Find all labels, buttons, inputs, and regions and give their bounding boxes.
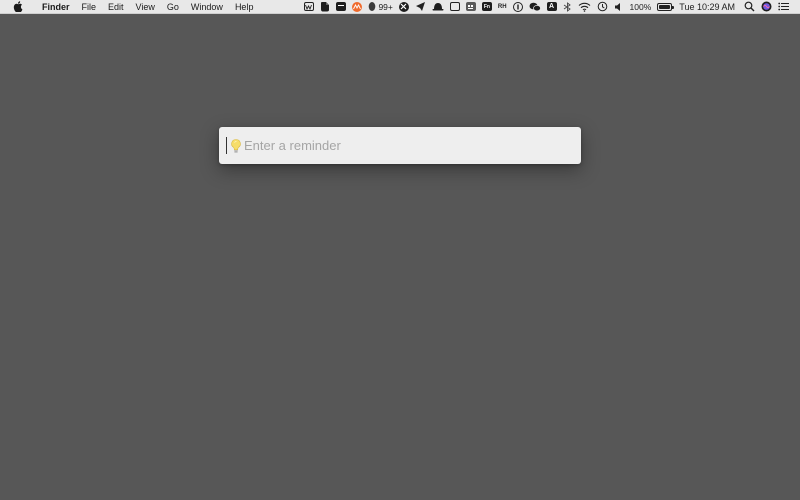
status-item-orange-app[interactable]	[352, 0, 363, 14]
menu-bar-status-area: 99+ Fn RH A 100% Tue 10:29 AM	[301, 0, 800, 14]
status-item-window[interactable]	[449, 0, 460, 14]
status-item-time-machine[interactable]	[597, 0, 608, 14]
menu-app-finder[interactable]: Finder	[33, 0, 76, 14]
menu-bar: Finder File Edit View Go Window Help 99+…	[0, 0, 800, 14]
desktop	[0, 14, 800, 500]
orange-app-icon	[352, 1, 363, 12]
battery-icon	[657, 2, 675, 11]
evernote-icon	[321, 2, 330, 12]
status-item-wifi[interactable]	[578, 0, 591, 14]
x-circle-icon	[398, 1, 409, 12]
wps-icon	[304, 2, 315, 11]
status-item-volume[interactable]	[614, 0, 624, 14]
menu-go[interactable]: Go	[161, 0, 185, 14]
lightbulb-icon	[229, 138, 243, 154]
siri-icon	[761, 1, 772, 12]
qq-penguin-icon	[369, 2, 376, 11]
reminder-input[interactable]	[244, 132, 574, 159]
menu-view[interactable]: View	[130, 0, 161, 14]
paper-plane-icon	[415, 2, 425, 11]
1password-icon	[512, 1, 523, 12]
menu-help[interactable]: Help	[229, 0, 260, 14]
status-item-send[interactable]	[415, 0, 426, 14]
search-icon	[744, 1, 755, 12]
status-item-fn[interactable]: Fn	[481, 0, 492, 14]
status-item-spotlight[interactable]	[744, 0, 755, 14]
screen-capture-icon	[336, 2, 347, 11]
status-item-grid[interactable]	[465, 0, 476, 14]
menu-bar-left: Finder File Edit View Go Window Help	[0, 0, 259, 14]
time-machine-icon	[597, 1, 607, 12]
status-item-hat[interactable]	[432, 0, 444, 14]
rh-label: RH	[497, 3, 507, 10]
status-item-x[interactable]	[398, 0, 409, 14]
apple-logo-icon[interactable]	[12, 1, 23, 12]
list-menu-icon	[778, 2, 789, 11]
bluetooth-icon	[563, 1, 571, 12]
status-item-battery[interactable]	[657, 0, 675, 14]
menu-file[interactable]: File	[76, 0, 103, 14]
status-item-qq[interactable]: 99+	[368, 0, 393, 14]
status-item-font-a[interactable]: A	[546, 0, 557, 14]
battery-level	[659, 4, 671, 9]
wechat-icon	[529, 2, 541, 11]
menu-window[interactable]: Window	[185, 0, 229, 14]
status-item-1password[interactable]	[512, 0, 523, 14]
status-item-evernote[interactable]	[320, 0, 330, 14]
status-item-bluetooth[interactable]	[563, 0, 572, 14]
grid-app-icon	[465, 2, 476, 11]
menu-edit[interactable]: Edit	[102, 0, 130, 14]
fn-key-icon: Fn	[481, 2, 492, 11]
menu-clock[interactable]: Tue 10:29 AM	[679, 0, 735, 14]
hat-icon	[432, 3, 444, 11]
wifi-icon	[578, 2, 590, 12]
status-item-screen[interactable]	[336, 0, 347, 14]
battery-percent[interactable]: 100%	[630, 0, 652, 14]
text-cursor	[226, 137, 227, 154]
window-square-icon	[449, 2, 460, 11]
status-item-siri[interactable]	[761, 0, 772, 14]
font-a-icon: A	[546, 2, 557, 11]
status-item-notification-center[interactable]	[778, 0, 789, 14]
status-item-rh[interactable]: RH	[498, 0, 507, 14]
reminder-entry-panel	[219, 127, 581, 164]
speaker-volume-icon	[614, 2, 620, 11]
status-item-wechat[interactable]	[529, 0, 541, 14]
notification-count: 99+	[378, 1, 393, 12]
status-item-wps[interactable]	[304, 0, 315, 14]
